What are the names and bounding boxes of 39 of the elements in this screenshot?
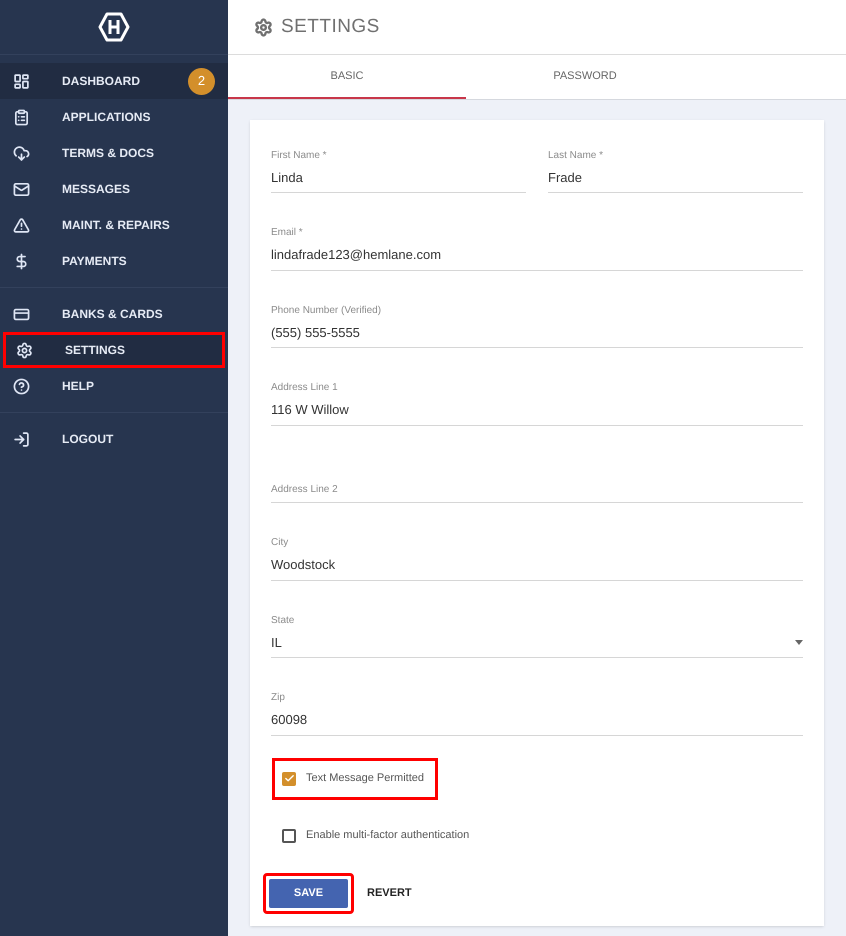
logout-icon bbox=[13, 430, 30, 448]
nav-item[interactable]: HELP bbox=[0, 368, 228, 404]
logo-icon bbox=[98, 12, 130, 42]
help-icon bbox=[13, 378, 30, 394]
save-button[interactable]: SAVE bbox=[269, 878, 348, 908]
check-icon bbox=[284, 773, 294, 784]
input-field[interactable]: Address Line 1 116 W Willow bbox=[271, 348, 803, 426]
input-field[interactable]: Last Name * Frade bbox=[548, 120, 803, 193]
input-field[interactable]: City Woodstock bbox=[271, 503, 803, 580]
input-field[interactable]: Zip 60098 bbox=[271, 658, 803, 736]
dropdown-arrow-icon bbox=[795, 640, 803, 645]
nav-item[interactable]: SETTINGS bbox=[3, 332, 225, 368]
mail-icon bbox=[13, 180, 30, 198]
count-badge: 2 bbox=[188, 68, 215, 94]
cloud-download-icon bbox=[13, 144, 30, 162]
tab[interactable]: PASSWORD bbox=[466, 55, 704, 99]
warning-icon bbox=[13, 216, 30, 234]
nav-item[interactable]: MAINT. & REPAIRS bbox=[0, 207, 228, 243]
input-field[interactable]: Phone Number (Verified) (555) 555-5555 bbox=[271, 270, 803, 348]
nav-item[interactable]: LOGOUT bbox=[0, 421, 228, 457]
clipboard-icon bbox=[13, 108, 30, 126]
nav-item[interactable]: TERMS & DOCS bbox=[0, 135, 228, 171]
settings-icon bbox=[254, 18, 273, 36]
checkbox[interactable]: Text Message Permitted bbox=[272, 758, 438, 800]
nav-item[interactable]: MESSAGES bbox=[0, 171, 228, 207]
input-field[interactable]: First Name * Linda bbox=[271, 120, 526, 193]
input-field[interactable]: Email * lindafrade123@hemlane.com bbox=[271, 193, 803, 270]
settings-icon bbox=[16, 342, 33, 358]
revert-button[interactable]: REVERT bbox=[354, 878, 425, 908]
checkbox[interactable]: Enable multi-factor authentication bbox=[272, 814, 484, 856]
dashboard-icon bbox=[13, 72, 30, 90]
card-icon bbox=[13, 306, 30, 322]
page-title: SETTINGS bbox=[281, 14, 380, 39]
nav-item[interactable]: BANKS & CARDS bbox=[0, 296, 228, 332]
tab[interactable]: BASIC bbox=[228, 55, 466, 99]
nav-item[interactable]: PAYMENTS bbox=[0, 243, 228, 279]
nav-item[interactable]: DASHBOARD 2 bbox=[0, 63, 228, 99]
input-field[interactable]: State IL bbox=[271, 580, 803, 658]
nav-item[interactable]: APPLICATIONS bbox=[0, 99, 228, 135]
